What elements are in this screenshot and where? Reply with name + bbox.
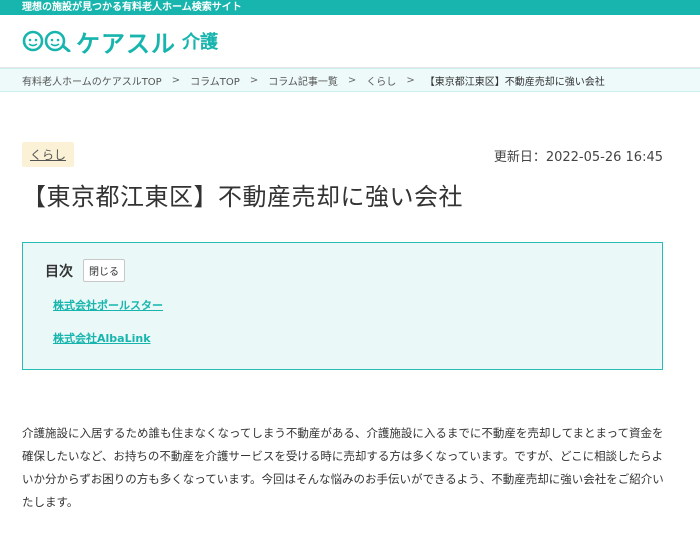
article-meta: くらし 更新日：2022-05-26 16:45 (22, 142, 663, 172)
article-content: くらし 更新日：2022-05-26 16:45 【東京都江東区】不動産売却に強… (0, 142, 700, 514)
breadcrumb-separator: > (406, 74, 415, 86)
breadcrumb-home[interactable]: 有料老人ホームのケアスルTOP (22, 73, 162, 88)
category-tag[interactable]: くらし (22, 142, 75, 167)
breadcrumb: 有料老人ホームのケアスルTOP > コラムTOP > コラム記事一覧 > くらし… (0, 68, 700, 92)
table-of-contents: 目次 閉じる 株式会社ポールスター 株式会社AlbaLink (22, 242, 663, 370)
toc-header: 目次 閉じる (45, 259, 640, 282)
toc-link-polestar[interactable]: 株式会社ポールスター (53, 299, 163, 312)
breadcrumb-category[interactable]: くらし (366, 73, 396, 88)
toc-item: 株式会社ポールスター (53, 294, 640, 313)
toc-item: 株式会社AlbaLink (53, 327, 640, 346)
breadcrumb-current: 【東京都江東区】不動産売却に強い会社 (424, 76, 605, 88)
page-title: 【東京都江東区】不動産売却に強い会社 (22, 183, 463, 211)
site-logo[interactable]: ケアスル 介護 (22, 24, 218, 59)
site-tagline-bar: 理想の施設が見つかる有料老人ホーム検索サイト (0, 0, 700, 15)
breadcrumb-separator: > (171, 74, 181, 86)
logo-text: ケアスル (76, 29, 176, 58)
site-tagline: 理想の施設が見つかる有料老人ホーム検索サイト (22, 2, 242, 13)
smile-faces-logo-icon (22, 30, 71, 52)
article-intro-paragraph: 介護施設に入居するため誰も住まなくなってしまう不動産がある、介護施設に入るまでに… (22, 426, 664, 509)
breadcrumb-column-top[interactable]: コラムTOP (190, 73, 240, 88)
toc-title: 目次 (45, 263, 73, 280)
breadcrumb-article-list[interactable]: コラム記事一覧 (268, 73, 338, 88)
site-header: ケアスル 介護 (0, 15, 700, 68)
toc-link-albalink[interactable]: 株式会社AlbaLink (53, 332, 151, 345)
breadcrumb-separator: > (347, 74, 357, 86)
toc-list: 株式会社ポールスター 株式会社AlbaLink (53, 294, 640, 346)
toc-close-button[interactable]: 閉じる (83, 259, 125, 282)
updated-date: 更新日：2022-05-26 16:45 (493, 150, 663, 165)
logo-subtext: 介護 (182, 32, 218, 53)
breadcrumb-separator: > (249, 74, 259, 86)
